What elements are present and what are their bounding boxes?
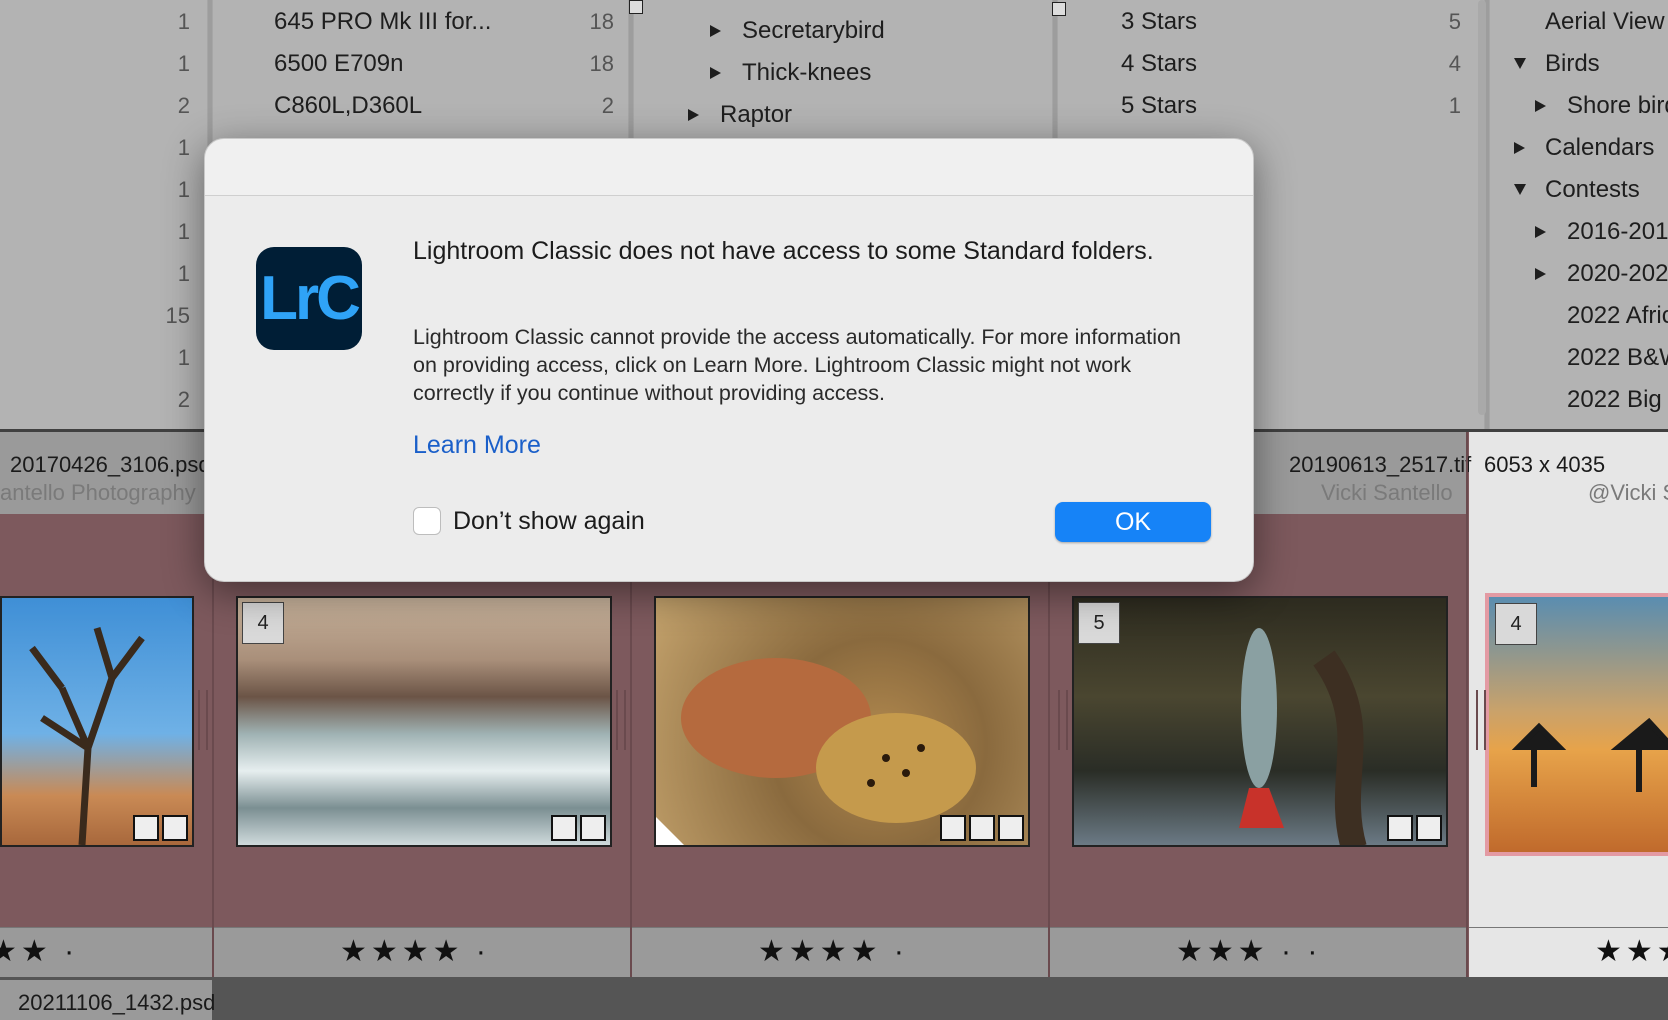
cell-dimensions: 6053 x 4035 <box>1484 452 1606 477</box>
filter-item-keyword[interactable]: Thick-knees <box>742 59 871 87</box>
filter-item-rating[interactable]: 4 Stars <box>1121 50 1197 78</box>
cell-filename: 20170426_3106.psd <box>10 452 211 477</box>
scroll-handle[interactable] <box>629 0 643 14</box>
scroll-handle[interactable] <box>1052 2 1066 16</box>
filter-item-camera[interactable]: 6500 E709n <box>274 50 403 78</box>
disclosure-triangle-icon[interactable] <box>710 25 721 37</box>
develop-adjust-icon[interactable] <box>998 815 1024 841</box>
thumbnail-badges <box>551 815 606 841</box>
rating-badge: 4 <box>242 602 284 644</box>
filter-item-collection[interactable]: 2016-2019 <box>1567 218 1668 246</box>
learn-more-link[interactable]: Learn More <box>413 431 541 460</box>
star-rating[interactable]: ★★★ <box>1595 934 1668 969</box>
filter-count: 1 <box>177 261 190 286</box>
disclosure-triangle-open-icon[interactable] <box>1514 58 1526 69</box>
keyword-icon[interactable] <box>940 815 966 841</box>
filter-item-rating[interactable]: 3 Stars <box>1121 8 1197 36</box>
disclosure-triangle-open-icon[interactable] <box>1514 184 1526 195</box>
crop-icon[interactable] <box>969 815 995 841</box>
filter-count: 4 <box>1448 51 1461 76</box>
resize-grip[interactable] <box>1476 690 1486 750</box>
filter-item-collection[interactable]: 2022 Big P <box>1567 386 1668 414</box>
thumbnail-waves[interactable]: 4 <box>236 596 612 847</box>
disclosure-triangle-icon[interactable] <box>688 109 699 121</box>
dont-show-again-checkbox[interactable] <box>413 507 441 535</box>
dont-show-again-label[interactable]: Don’t show again <box>453 507 645 536</box>
disclosure-triangle-icon[interactable] <box>710 67 721 79</box>
filter-count: 15 <box>165 303 190 328</box>
thumbnail-badges <box>940 815 1024 841</box>
cell-copyright: antello Photography <box>0 480 196 505</box>
filter-count: 18 <box>589 51 614 76</box>
dialog-titlebar[interactable] <box>205 139 1253 196</box>
keyword-icon[interactable] <box>1387 815 1413 841</box>
thumbnail-badges <box>1387 815 1442 841</box>
resize-grip[interactable] <box>1058 690 1068 750</box>
filter-count: 1 <box>177 219 190 244</box>
filter-count: 2 <box>177 93 190 118</box>
filter-item-collection[interactable]: 2022 Africa <box>1567 302 1668 330</box>
rating-badge: 4 <box>1495 603 1537 645</box>
develop-adjust-icon[interactable] <box>162 815 188 841</box>
filter-item-collection[interactable]: 2022 B&W <box>1567 344 1668 372</box>
filter-count: 5 <box>1448 9 1461 34</box>
scrollbar[interactable] <box>1478 0 1486 415</box>
bird-fish-photo <box>1239 628 1367 845</box>
filter-item-keyword[interactable]: Secretarybird <box>742 17 885 45</box>
leopard-photo <box>681 658 976 823</box>
ok-button[interactable]: OK <box>1055 502 1211 542</box>
resize-grip[interactable] <box>198 690 208 750</box>
filter-count: 1 <box>177 345 190 370</box>
rating-badge: 5 <box>1078 602 1120 644</box>
resize-grip[interactable] <box>616 690 626 750</box>
filter-item-rating[interactable]: 5 Stars <box>1121 92 1197 120</box>
filter-item-collection[interactable]: Calendars <box>1545 134 1654 162</box>
star-rating[interactable]: ★★★★ · <box>340 934 490 969</box>
next-row-strip <box>0 977 1668 1020</box>
keyword-icon[interactable] <box>133 815 159 841</box>
cell-filename: 20211106_1432.psd <box>18 990 216 1015</box>
filter-item-collection[interactable]: Aerial View <box>1545 8 1665 36</box>
thumbnail-sunset[interactable]: 4 <box>1485 593 1668 856</box>
disclosure-triangle-icon[interactable] <box>1535 100 1546 112</box>
filter-item-collection[interactable]: Shore bird <box>1567 92 1668 120</box>
filter-count: 18 <box>589 9 614 34</box>
thumbnail-tree[interactable] <box>0 596 194 847</box>
filter-count: 2 <box>177 387 190 412</box>
filter-item-collection[interactable]: 2020-2022 <box>1567 260 1668 288</box>
filter-count: 1 <box>177 135 190 160</box>
disclosure-triangle-icon[interactable] <box>1514 142 1525 154</box>
thumbnail-badges <box>133 815 188 841</box>
star-rating[interactable]: ★★★★ · <box>758 934 908 969</box>
filter-item-keyword[interactable]: Raptor <box>720 101 792 129</box>
filter-count: 1 <box>177 51 190 76</box>
cell-divider <box>1466 432 1468 977</box>
filter-count: 2 <box>601 93 614 118</box>
filter-count: 1 <box>1448 93 1461 118</box>
filter-item-collection[interactable]: Birds <box>1545 50 1600 78</box>
dialog-message: Lightroom Classic cannot provide the acc… <box>413 325 1181 405</box>
lightroom-classic-logo: LrC <box>256 247 362 350</box>
cell-copyright: @Vicki S <box>1588 480 1668 505</box>
dialog-title: Lightroom Classic does not have access t… <box>413 237 1154 265</box>
flag-corner-icon <box>656 817 684 845</box>
disclosure-triangle-icon[interactable] <box>1535 226 1546 238</box>
keyword-icon[interactable] <box>551 815 577 841</box>
develop-adjust-icon[interactable] <box>1416 815 1442 841</box>
star-rating[interactable]: ★★ · <box>0 934 78 969</box>
tree-photo <box>29 626 145 845</box>
filter-item-camera[interactable]: C860L,D360L <box>274 92 422 120</box>
filter-item-collection[interactable]: Contests <box>1545 176 1640 204</box>
thumbnail-bird-fish[interactable]: 5 <box>1072 596 1448 847</box>
thumbnail-leopard[interactable] <box>654 596 1030 847</box>
filter-count: 1 <box>177 177 190 202</box>
cell-filename: 20190613_2517.tif <box>1289 452 1472 477</box>
filter-count: 1 <box>177 9 190 34</box>
star-rating[interactable]: ★★★ · · <box>1176 934 1321 969</box>
cell-copyright: Vicki Santello <box>1321 480 1453 505</box>
filter-item-camera[interactable]: 645 PRO Mk III for... <box>274 8 491 36</box>
develop-adjust-icon[interactable] <box>580 815 606 841</box>
access-warning-dialog: LrC Lightroom Classic does not have acce… <box>204 138 1254 582</box>
disclosure-triangle-icon[interactable] <box>1535 268 1546 280</box>
